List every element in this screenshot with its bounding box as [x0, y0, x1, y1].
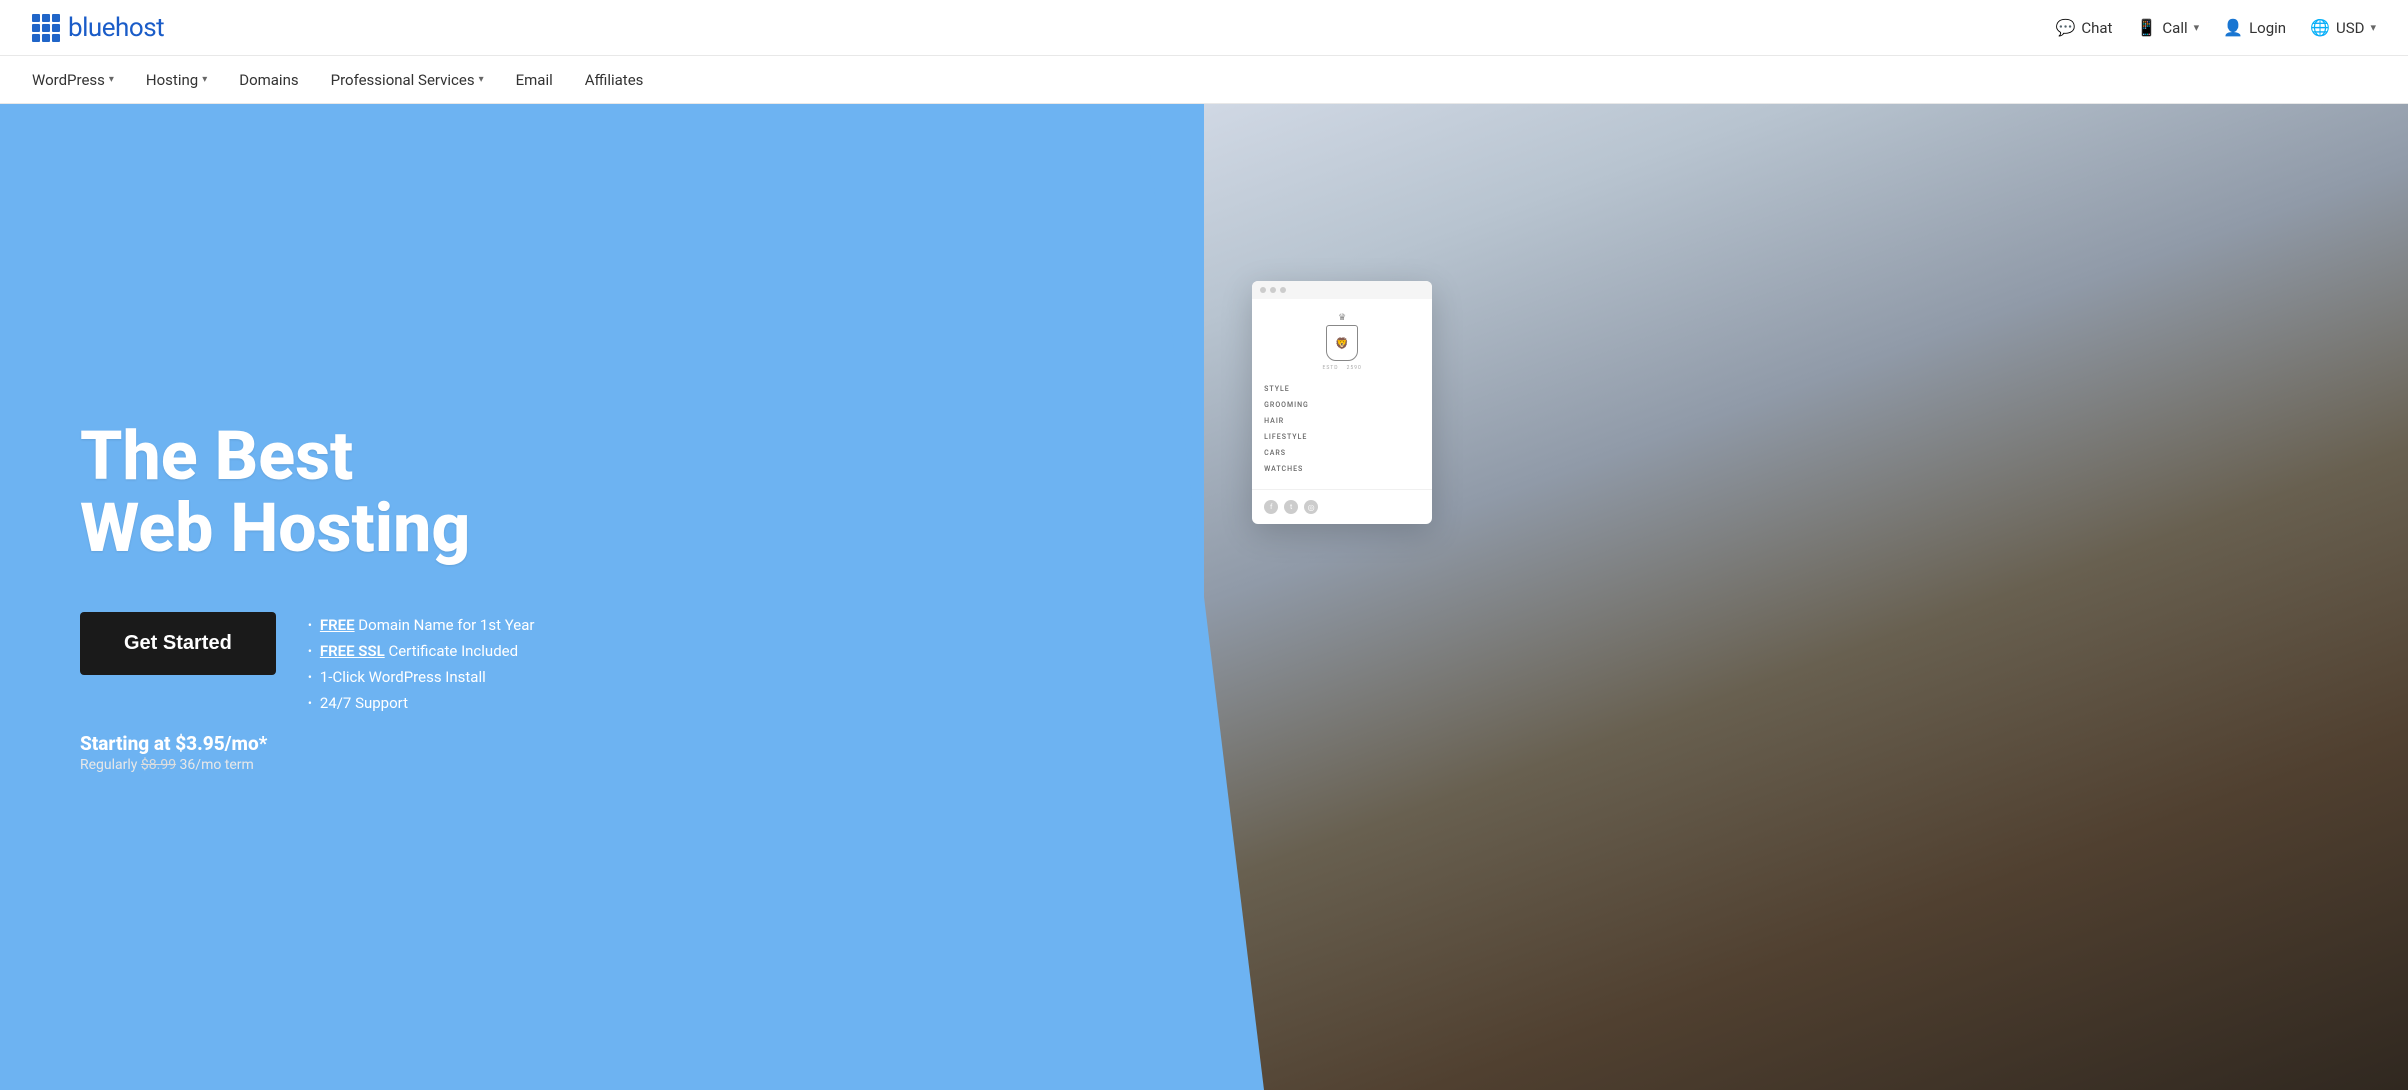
top-bar: bluehost 💬 Chat 📱 Call ▾ 👤 Login 🌐 USD ▾: [0, 0, 2408, 56]
nav-item-email[interactable]: Email: [516, 59, 553, 101]
estd-label: ESTD: [1322, 365, 1338, 371]
hero-headline: The Best Web Hosting: [80, 421, 1124, 564]
bullet-icon: •: [308, 670, 312, 684]
nav-bar: WordPress ▾ Hosting ▾ Domains Profession…: [0, 56, 2408, 104]
nav-item-professional-services[interactable]: Professional Services ▾: [331, 59, 484, 101]
login-label: Login: [2249, 19, 2286, 37]
pricing-regular: Regularly $8.99 36/mo term: [80, 757, 1124, 773]
pricing-regular-prefix: Regularly: [80, 757, 141, 773]
mockup-dot-3: [1280, 287, 1286, 293]
call-label: Call: [2162, 19, 2187, 37]
mockup-social-facebook: f: [1264, 500, 1278, 514]
nav-label-domains: Domains: [239, 71, 298, 89]
hero-right-panel: ♛ 🦁 ESTD 2590 STYLE GROOMING HAIR LI: [1204, 104, 2408, 1090]
mockup-nav-cars: CARS: [1264, 447, 1420, 459]
feature-domain-text: FREE Domain Name for 1st Year: [320, 616, 535, 634]
feature-wordpress: • 1-Click WordPress Install: [308, 668, 535, 686]
hero-scene-layer: [1204, 104, 2408, 1090]
nav-label-hosting: Hosting: [146, 71, 198, 89]
free-domain-link[interactable]: FREE: [320, 616, 355, 634]
bullet-icon: •: [308, 644, 312, 658]
mockup-tagline: ESTD 2590: [1322, 365, 1361, 371]
phone-icon: 📱: [2136, 18, 2156, 37]
mockup-nav-lifestyle: LIFESTYLE: [1264, 431, 1420, 443]
nav-item-hosting[interactable]: Hosting ▾: [146, 59, 207, 101]
pricing-term: 36/mo term: [176, 757, 254, 773]
free-ssl-link[interactable]: FREE SSL: [320, 642, 385, 660]
call-button[interactable]: 📱 Call ▾: [2136, 18, 2199, 37]
mockup-body: ♛ 🦁 ESTD 2590 STYLE GROOMING HAIR LI: [1252, 299, 1432, 489]
hero-section: The Best Web Hosting Get Started • FREE …: [0, 104, 2408, 1090]
mockup-nav-items: STYLE GROOMING HAIR LIFESTYLE CARS WATCH…: [1264, 383, 1420, 475]
hero-headline-line1: The Best: [80, 416, 353, 496]
mockup-brand-icon: ♛ 🦁 ESTD 2590: [1322, 313, 1361, 371]
chat-label: Chat: [2081, 19, 2112, 37]
logo-grid-icon: [32, 14, 60, 42]
mockup-nav-watches: WATCHES: [1264, 463, 1420, 475]
hero-headline-line2: Web Hosting: [80, 488, 470, 568]
crown-icon: ♛: [1338, 313, 1346, 323]
nav-label-professional-services: Professional Services: [331, 71, 475, 89]
hosting-chevron-icon: ▾: [202, 74, 207, 85]
bullet-icon: •: [308, 618, 312, 632]
nav-item-wordpress[interactable]: WordPress ▾: [32, 59, 114, 101]
features-list: • FREE Domain Name for 1st Year • FREE S…: [308, 612, 535, 712]
feature-domain: • FREE Domain Name for 1st Year: [308, 616, 535, 634]
logo-area[interactable]: bluehost: [32, 13, 164, 43]
hero-left-panel: The Best Web Hosting Get Started • FREE …: [0, 104, 1204, 1090]
professional-services-chevron-icon: ▾: [479, 74, 484, 85]
pricing-main: Starting at $3.95/mo*: [80, 732, 1124, 755]
mockup-dot-2: [1270, 287, 1276, 293]
mockup-dot-1: [1260, 287, 1266, 293]
chat-icon: 💬: [2055, 18, 2075, 37]
mockup-logo: ♛ 🦁 ESTD 2590: [1264, 313, 1420, 371]
feature-support: • 24/7 Support: [308, 694, 535, 712]
nav-label-affiliates: Affiliates: [585, 71, 644, 89]
pricing-strikethrough: $8.99: [141, 757, 176, 773]
mockup-titlebar: [1252, 281, 1432, 299]
currency-button[interactable]: 🌐 USD ▾: [2310, 18, 2376, 37]
currency-label: USD: [2336, 19, 2364, 37]
mockup-social-twitter: t: [1284, 500, 1298, 514]
feature-support-text: 24/7 Support: [320, 694, 408, 712]
mockup-social-instagram: ◎: [1304, 500, 1318, 514]
wordpress-chevron-icon: ▾: [109, 74, 114, 85]
top-actions: 💬 Chat 📱 Call ▾ 👤 Login 🌐 USD ▾: [2055, 18, 2376, 37]
lion-icon: 🦁: [1335, 337, 1349, 350]
nav-item-domains[interactable]: Domains: [239, 59, 298, 101]
nav-label-wordpress: WordPress: [32, 71, 105, 89]
mockup-nav-style: STYLE: [1264, 383, 1420, 395]
feature-wordpress-text: 1-Click WordPress Install: [320, 668, 486, 686]
feature-ssl: • FREE SSL Certificate Included: [308, 642, 535, 660]
pricing-info: Starting at $3.95/mo* Regularly $8.99 36…: [80, 732, 1124, 773]
login-button[interactable]: 👤 Login: [2223, 18, 2286, 37]
call-chevron-icon: ▾: [2194, 21, 2200, 34]
nav-item-affiliates[interactable]: Affiliates: [585, 59, 644, 101]
currency-chevron-icon: ▾: [2370, 21, 2376, 34]
chat-button[interactable]: 💬 Chat: [2055, 18, 2112, 37]
hero-cta-row: Get Started • FREE Domain Name for 1st Y…: [80, 612, 1124, 712]
globe-icon: 🌐: [2310, 18, 2330, 37]
year-label: 2590: [1347, 365, 1362, 371]
mockup-footer: f t ◎: [1252, 489, 1432, 524]
feature-ssl-text: FREE SSL Certificate Included: [320, 642, 518, 660]
user-icon: 👤: [2223, 18, 2243, 37]
mockup-nav-hair: HAIR: [1264, 415, 1420, 427]
mockup-card: ♛ 🦁 ESTD 2590 STYLE GROOMING HAIR LI: [1252, 281, 1432, 524]
get-started-button[interactable]: Get Started: [80, 612, 276, 675]
mockup-nav-grooming: GROOMING: [1264, 399, 1420, 411]
bullet-icon: •: [308, 696, 312, 710]
nav-label-email: Email: [516, 71, 553, 89]
logo-text: bluehost: [68, 13, 164, 43]
shield-icon: 🦁: [1326, 325, 1358, 361]
